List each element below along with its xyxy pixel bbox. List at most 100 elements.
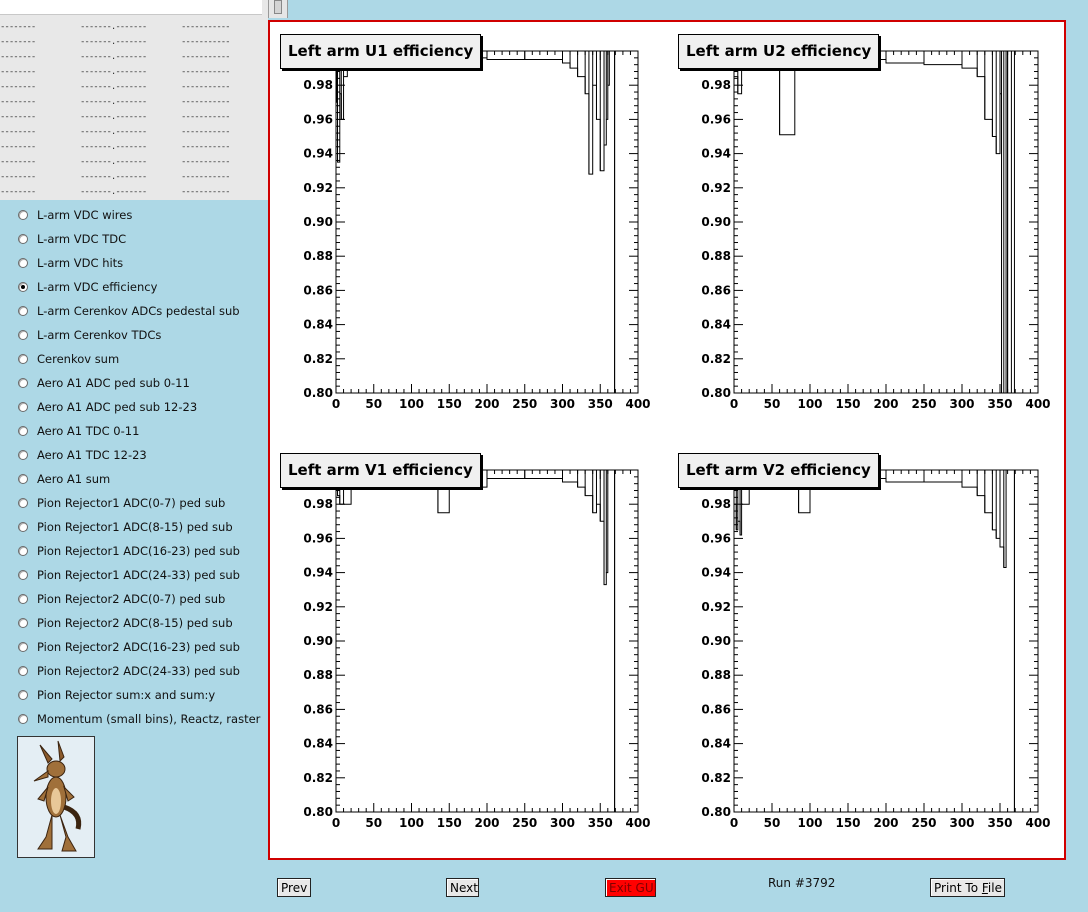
histogram-option[interactable]: Pion Rejector1 ADC(8-15) ped sub: [18, 518, 266, 536]
plot-pad: 0 50 100 150 200 250 300 350 400 0.80 0.82 0.84 0.86…: [701, 469, 1051, 830]
prev-button[interactable]: Prev: [277, 878, 311, 897]
y-tick-label: 0.86: [303, 702, 333, 716]
cartoon-coyote-icon: [33, 740, 82, 852]
histogram-option[interactable]: Pion Rejector2 ADC(0-7) ped sub: [18, 590, 266, 608]
radio-button[interactable]: [18, 330, 28, 340]
stats-cell: -------.-------: [80, 37, 147, 47]
stats-scrollbar[interactable]: [268, 0, 288, 18]
histogram-option[interactable]: Cerenkov sum: [18, 350, 266, 368]
y-tick-label: 0.94: [701, 566, 731, 580]
histogram-option[interactable]: L-arm VDC hits: [18, 254, 266, 272]
stats-cell: --------: [0, 172, 36, 182]
y-tick-label: 0.92: [701, 600, 731, 614]
radio-button[interactable]: [18, 474, 28, 484]
radio-button[interactable]: [18, 618, 28, 628]
histogram-option-label: Momentum (small bins), Reactz, raster: [37, 712, 261, 726]
y-tick-label: 0.96: [701, 112, 731, 126]
radio-button[interactable]: [18, 210, 28, 220]
histogram-option[interactable]: Aero A1 TDC 0-11: [18, 422, 266, 440]
histogram-option-label: L-arm VDC efficiency: [37, 280, 158, 294]
plot-pad: 0 50 100 150 200 250 300 350 400 0.80 0.82 0.84 0.86…: [303, 50, 651, 411]
y-tick-label: 0.92: [303, 181, 333, 195]
histogram-option[interactable]: Momentum (small bins), Reactz, raster: [18, 710, 266, 728]
stats-row: -------- -------.------- -----------: [0, 65, 268, 79]
stats-panel: -------- -------.------- ----------- ------…: [0, 0, 268, 200]
radio-button[interactable]: [18, 546, 28, 556]
radio-button[interactable]: [18, 666, 28, 676]
histogram-option[interactable]: Aero A1 sum: [18, 470, 266, 488]
y-tick-label: 0.98: [303, 78, 333, 92]
radio-button[interactable]: [18, 642, 28, 652]
radio-button[interactable]: [18, 690, 28, 700]
radio-button[interactable]: [18, 306, 28, 316]
y-tick-label: 0.92: [701, 181, 731, 195]
histogram-option[interactable]: Aero A1 ADC ped sub 12-23: [18, 398, 266, 416]
radio-button[interactable]: [18, 234, 28, 244]
y-tick-label: 0.82: [701, 352, 731, 366]
stats-row: -------- -------.------- -----------: [0, 80, 268, 94]
histogram-option[interactable]: Pion Rejector2 ADC(16-23) ped sub: [18, 638, 266, 656]
x-tick-label: 100: [797, 816, 822, 830]
histogram-option-label: Pion Rejector2 ADC(16-23) ped sub: [37, 640, 240, 654]
radio-button[interactable]: [18, 378, 28, 388]
x-tick-label: 250: [512, 816, 537, 830]
histogram-option[interactable]: Pion Rejector1 ADC(0-7) ped sub: [18, 494, 266, 512]
histogram-option[interactable]: L-arm VDC wires: [18, 206, 266, 224]
radio-button[interactable]: [18, 714, 28, 724]
histogram-option[interactable]: Pion Rejector1 ADC(16-23) ped sub: [18, 542, 266, 560]
radio-button[interactable]: [18, 402, 28, 412]
histogram-option[interactable]: Aero A1 ADC ped sub 0-11: [18, 374, 266, 392]
histogram-option-label: L-arm VDC hits: [37, 256, 124, 270]
x-tick-label: 50: [365, 816, 382, 830]
histogram-option[interactable]: Aero A1 TDC 12-23: [18, 446, 266, 464]
stats-cell: -----------: [181, 142, 230, 152]
radio-button[interactable]: [18, 570, 28, 580]
plot-pad: 0 50 100 150 200 250 300 350 400 0.80 0.82 0.84 0.86…: [303, 469, 651, 830]
histogram-option[interactable]: L-arm Cerenkov ADCs pedestal sub: [18, 302, 266, 320]
histogram-option[interactable]: Pion Rejector2 ADC(24-33) ped sub: [18, 662, 266, 680]
scrollbar-thumb[interactable]: [274, 0, 282, 14]
histogram-option[interactable]: L-arm VDC TDC: [18, 230, 266, 248]
radio-button[interactable]: [18, 522, 28, 532]
histogram-option[interactable]: L-arm Cerenkov TDCs: [18, 326, 266, 344]
radio-button[interactable]: [18, 282, 28, 292]
histogram-option[interactable]: Pion Rejector1 ADC(24-33) ped sub: [18, 566, 266, 584]
x-tick-label: 300: [949, 816, 974, 830]
plot-pad: 0 50 100 150 200 250 300 350 400 0.80 0.82 0.84 0.86…: [701, 50, 1051, 411]
stats-cell: -----------: [181, 187, 230, 197]
stats-row: -------- -------.------- -----------: [0, 155, 268, 169]
plot-canvas[interactable]: 0 50 100 150 200 250 300 350 400 0.80 0.82 0.84 0.86…: [268, 20, 1066, 860]
x-tick-label: 150: [437, 816, 462, 830]
y-tick-label: 0.92: [303, 600, 333, 614]
stats-row: -------- -------.------- -----------: [0, 110, 268, 124]
radio-button[interactable]: [18, 258, 28, 268]
print-label-prefix: Print To: [934, 881, 982, 895]
histogram-option[interactable]: L-arm VDC efficiency: [18, 278, 266, 296]
histogram-option[interactable]: Pion Rejector sum:x and sum:y: [18, 686, 266, 704]
y-tick-label: 0.84: [303, 318, 333, 332]
x-tick-label: 150: [835, 397, 860, 411]
radio-button[interactable]: [18, 450, 28, 460]
x-tick-label: 100: [399, 397, 424, 411]
histogram-option[interactable]: Pion Rejector2 ADC(8-15) ped sub: [18, 614, 266, 632]
radio-button[interactable]: [18, 594, 28, 604]
y-tick-label: 0.98: [701, 497, 731, 511]
print-to-file-button[interactable]: Print To File: [930, 878, 1005, 897]
exit-gui-button[interactable]: Exit GUI: [605, 878, 657, 897]
y-tick-label: 0.98: [701, 78, 731, 92]
y-tick-label: 0.88: [303, 249, 333, 263]
y-tick-label: 0.82: [303, 771, 333, 785]
x-tick-label: 200: [873, 397, 898, 411]
radio-button[interactable]: [18, 354, 28, 364]
next-button[interactable]: Next: [446, 878, 479, 897]
stats-cell: -------.-------: [80, 112, 147, 122]
stats-cell: -----------: [181, 112, 230, 122]
radio-button[interactable]: [18, 426, 28, 436]
stats-cell: -------.-------: [80, 82, 147, 92]
histogram-option-label: Pion Rejector2 ADC(8-15) ped sub: [37, 616, 233, 630]
y-tick-label: 0.96: [303, 531, 333, 545]
x-tick-label: 150: [437, 397, 462, 411]
y-tick-label: 0.82: [303, 352, 333, 366]
histogram-option-label: Pion Rejector2 ADC(0-7) ped sub: [37, 592, 226, 606]
radio-button[interactable]: [18, 498, 28, 508]
